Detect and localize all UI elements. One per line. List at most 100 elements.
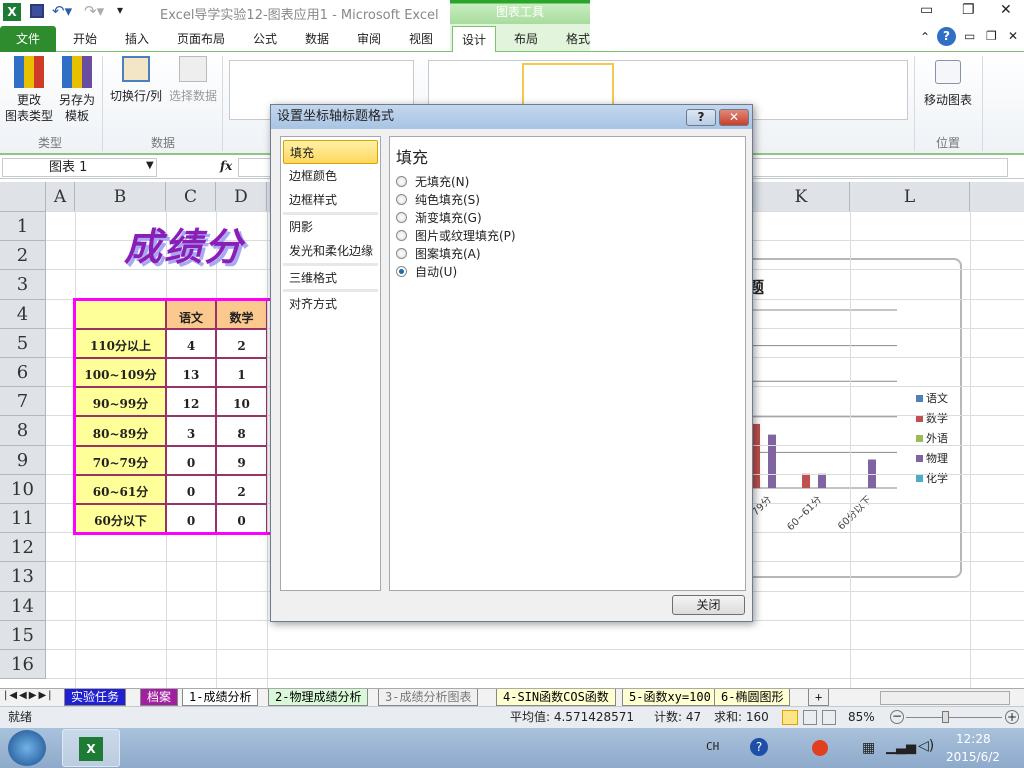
dialog-nav-item[interactable]: 边框颜色	[283, 164, 378, 188]
close-button[interactable]: ✕	[1000, 2, 1012, 18]
row-header-7[interactable]: 7	[0, 387, 46, 416]
page-break-view-icon[interactable]	[822, 710, 836, 725]
save-icon[interactable]	[30, 4, 44, 18]
col-header-k[interactable]: K	[753, 182, 850, 212]
tab-page-layout[interactable]: 页面布局	[168, 26, 234, 52]
dialog-close-x-button[interactable]: ✕	[719, 109, 749, 126]
dialog-nav-item[interactable]: 对齐方式	[283, 292, 378, 316]
tray-antivirus-icon[interactable]	[812, 740, 828, 756]
sheet-tab[interactable]: 2-物理成绩分析	[268, 689, 369, 706]
row-header-6[interactable]: 6	[0, 358, 46, 387]
doc-restore-icon[interactable]: ❐	[986, 29, 997, 43]
fill-option-radio[interactable]: 图案填充(A)	[396, 245, 481, 262]
zoom-slider-thumb[interactable]	[942, 711, 949, 723]
start-button[interactable]	[8, 730, 46, 766]
move-chart-button[interactable]: 移动图表	[918, 60, 978, 108]
row-header-11[interactable]: 11	[0, 504, 46, 533]
radio-button-icon[interactable]	[396, 230, 407, 241]
restore-button[interactable]: ❐	[962, 2, 975, 18]
taskbar-excel-button[interactable]: X	[62, 729, 120, 767]
col-header-d[interactable]: D	[216, 182, 267, 212]
horizontal-scrollbar[interactable]	[880, 691, 1010, 705]
chart-area[interactable]: 题 70~79分 60~61分 60分以下 语文 数学 外语 物理 化学	[740, 258, 962, 578]
tab-insert[interactable]: 插入	[114, 26, 160, 52]
change-chart-type-button[interactable]: 更改 图表类型	[2, 56, 56, 124]
zoom-level[interactable]: 85%	[848, 707, 875, 728]
normal-view-icon[interactable]	[782, 710, 798, 725]
clock-time[interactable]: 12:28	[956, 732, 991, 746]
radio-button-icon[interactable]	[396, 194, 407, 205]
tab-data[interactable]: 数据	[294, 26, 340, 52]
sheet-tab[interactable]: 4-SIN函数COS函数	[496, 689, 616, 706]
insert-sheet-icon[interactable]: +	[808, 689, 830, 706]
fx-icon[interactable]: fx	[220, 159, 232, 173]
fill-option-radio[interactable]: 图片或纹理填充(P)	[396, 227, 516, 244]
dialog-nav-item[interactable]: 边框样式	[283, 188, 378, 212]
col-header-l[interactable]: L	[850, 182, 970, 212]
sheet-tab[interactable]: 1-成绩分析	[182, 689, 259, 706]
customize-qat-icon[interactable]: ▾	[117, 3, 123, 17]
radio-button-icon[interactable]	[396, 176, 407, 187]
tray-network-icon[interactable]: ▦	[862, 740, 875, 756]
sheet-tab[interactable]: 6-椭圆图形	[714, 689, 791, 706]
doc-close-icon[interactable]: ✕	[1008, 29, 1018, 43]
sheet-tab[interactable]: 实验任务	[64, 689, 127, 706]
tab-review[interactable]: 审阅	[346, 26, 392, 52]
tab-format[interactable]: 格式	[556, 26, 600, 52]
tab-home[interactable]: 开始	[62, 26, 108, 52]
sheet-tab[interactable]: 3-成绩分析图表	[378, 689, 479, 706]
row-header-13[interactable]: 13	[0, 562, 46, 592]
save-as-template-button[interactable]: 另存为 模板	[56, 56, 98, 124]
row-header-10[interactable]: 10	[0, 475, 46, 504]
row-header-4[interactable]: 4	[0, 300, 46, 329]
row-header-5[interactable]: 5	[0, 329, 46, 358]
fill-option-radio[interactable]: 渐变填充(G)	[396, 209, 482, 226]
tray-volume-icon[interactable]: ◁)	[918, 738, 934, 754]
radio-button-icon[interactable]	[396, 266, 407, 277]
row-header-14[interactable]: 14	[0, 592, 46, 621]
tab-design[interactable]: 设计	[452, 26, 496, 52]
undo-icon[interactable]: ↶▾	[52, 2, 72, 20]
select-data-button[interactable]: 选择数据	[166, 56, 220, 104]
row-header-1[interactable]: 1	[0, 212, 46, 241]
col-header-c[interactable]: C	[166, 182, 216, 212]
tray-signal-icon[interactable]: ▁▃▅	[886, 740, 916, 755]
minimize-button[interactable]: ▭	[920, 2, 933, 18]
dialog-help-button[interactable]: ?	[686, 109, 716, 126]
col-header-a[interactable]: A	[46, 182, 75, 212]
dialog-nav-item[interactable]: 三维格式	[283, 266, 378, 290]
fill-option-radio[interactable]: 自动(U)	[396, 263, 457, 280]
sheet-tab[interactable]: 5-函数xy=100	[622, 689, 718, 706]
row-header-2[interactable]: 2	[0, 241, 46, 270]
row-header-15[interactable]: 15	[0, 621, 46, 650]
row-header-3[interactable]: 3	[0, 270, 46, 300]
collapse-ribbon-icon[interactable]: ⌃	[920, 30, 930, 44]
row-header-12[interactable]: 12	[0, 533, 46, 562]
row-header-8[interactable]: 8	[0, 416, 46, 446]
tab-view[interactable]: 视图	[398, 26, 444, 52]
zoom-out-icon[interactable]: −	[890, 710, 904, 724]
tray-help-icon[interactable]: ?	[750, 738, 768, 756]
doc-minimize-icon[interactable]: ▭	[964, 29, 975, 43]
row-header-9[interactable]: 9	[0, 446, 46, 475]
tab-file[interactable]: 文件	[0, 26, 56, 52]
radio-button-icon[interactable]	[396, 248, 407, 259]
help-icon[interactable]: ?	[937, 27, 956, 46]
clock-date[interactable]: 2015/6/2	[946, 750, 1000, 764]
tab-layout[interactable]: 布局	[504, 26, 548, 52]
sheet-tab[interactable]: 档案	[140, 689, 179, 706]
row-header-16[interactable]: 16	[0, 650, 46, 679]
redo-icon[interactable]: ↷▾	[84, 2, 104, 20]
col-header-b[interactable]: B	[75, 182, 166, 212]
fill-option-radio[interactable]: 纯色填充(S)	[396, 191, 480, 208]
dialog-close-button[interactable]: 关闭	[672, 595, 745, 615]
zoom-in-icon[interactable]: +	[1005, 710, 1019, 724]
zoom-slider[interactable]	[906, 717, 1002, 718]
switch-row-column-button[interactable]: 切换行/列	[106, 56, 166, 104]
sheet-nav-arrows[interactable]: |◀◀▶▶|	[4, 690, 54, 701]
dialog-nav-item[interactable]: 阴影	[283, 215, 378, 239]
name-box[interactable]: 图表 1	[2, 158, 157, 177]
name-box-dropdown-icon[interactable]: ▼	[146, 160, 154, 171]
radio-button-icon[interactable]	[396, 212, 407, 223]
tab-formulas[interactable]: 公式	[242, 26, 288, 52]
